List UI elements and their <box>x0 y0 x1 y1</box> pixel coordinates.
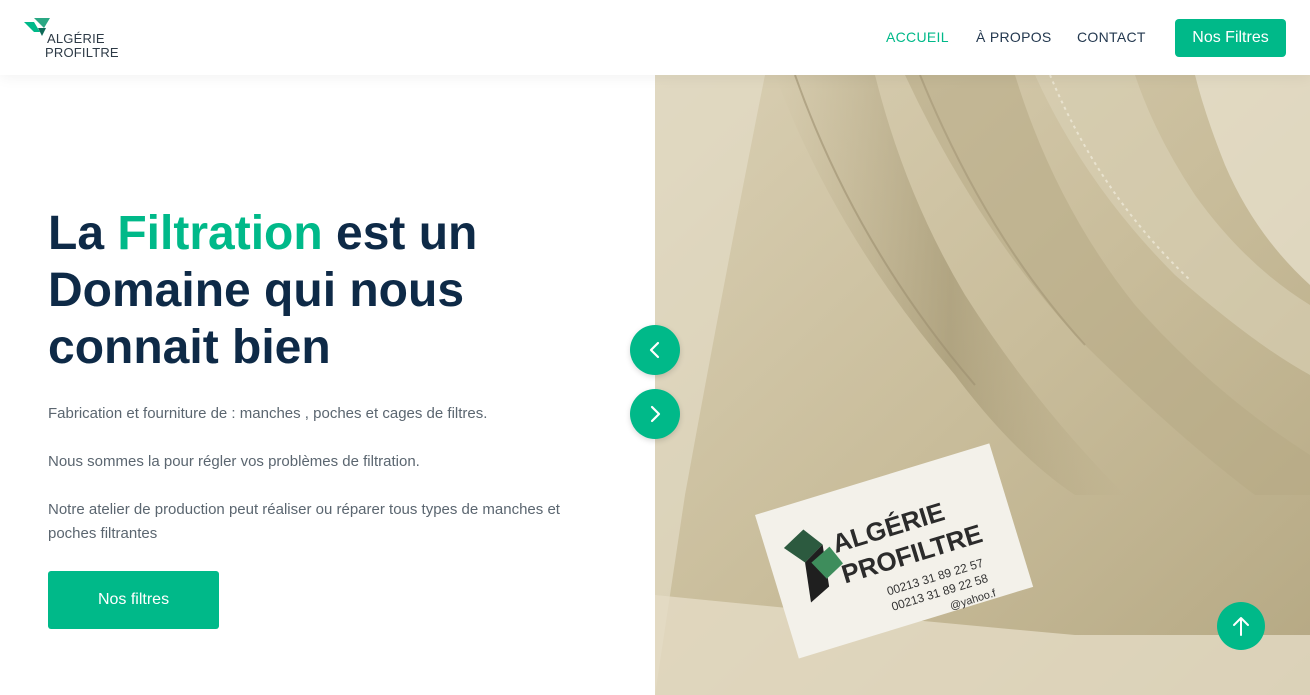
hero-title-before: La <box>48 207 118 260</box>
site-header: ALGÉRIE PROFILTRE ACCUEIL À PROPOS CONTA… <box>0 0 1310 75</box>
slider-next-button[interactable] <box>630 389 680 439</box>
chevron-left-icon <box>649 341 660 359</box>
logo[interactable]: ALGÉRIE PROFILTRE <box>24 18 134 60</box>
logo-text-line2: PROFILTRE <box>45 45 119 60</box>
filter-bag-image: ALGÉRIE PROFILTRE 00213 31 89 22 57 0021… <box>655 75 1310 695</box>
chevron-right-icon <box>650 405 661 423</box>
hero-paragraph-2: Nous sommes la pour régler vos problèmes… <box>48 453 420 470</box>
hero-paragraph-1: Fabrication et fourniture de : manches ,… <box>48 405 488 422</box>
hero-filters-button[interactable]: Nos filtres <box>48 571 219 629</box>
nav-link-a-propos[interactable]: À PROPOS <box>976 29 1052 45</box>
logo-text-line1: ALGÉRIE <box>47 31 105 46</box>
hero-title: La Filtration est un Domaine qui nous co… <box>48 205 608 376</box>
nav-link-accueil[interactable]: ACCUEIL <box>886 29 949 45</box>
scroll-to-top-button[interactable] <box>1217 602 1265 650</box>
hero-paragraph-3: Notre atelier de production peut réalise… <box>48 501 560 542</box>
hero-photo: ALGÉRIE PROFILTRE 00213 31 89 22 57 0021… <box>655 75 1310 695</box>
hero-title-accent: Filtration <box>117 207 323 260</box>
nav-filters-button[interactable]: Nos Filtres <box>1175 19 1286 57</box>
hero-section: La Filtration est un Domaine qui nous co… <box>0 75 655 695</box>
nav-link-contact[interactable]: CONTACT <box>1077 29 1146 45</box>
arrow-up-icon <box>1233 617 1249 636</box>
slider-prev-button[interactable] <box>630 325 680 375</box>
